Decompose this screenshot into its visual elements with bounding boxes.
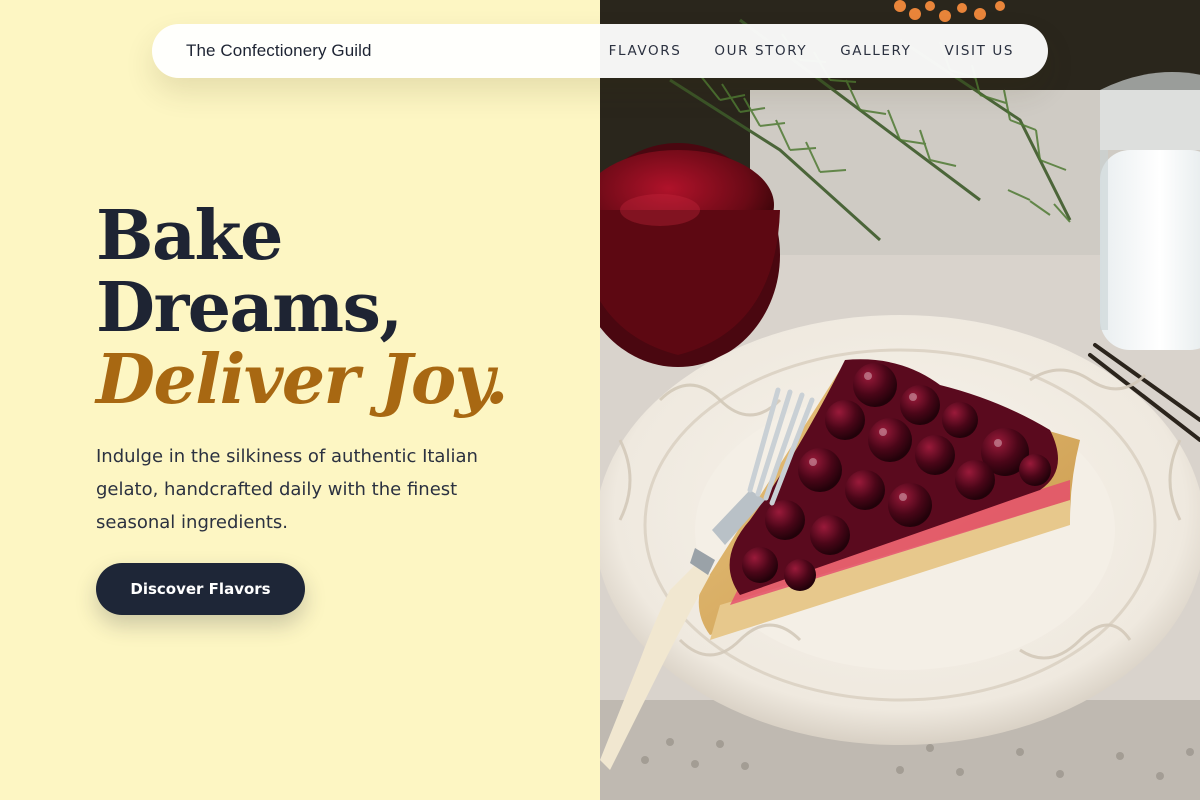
hero-content: Bake Dreams, Deliver Joy.	[96, 200, 576, 416]
nav-link-flavors[interactable]: FLAVORS	[609, 43, 682, 59]
cherry-tart-photo	[600, 0, 1200, 800]
discover-flavors-button[interactable]: Discover Flavors	[96, 563, 305, 615]
brand-logo-text[interactable]: The Confectionery Guild	[186, 41, 372, 61]
headline-line-2: Dreams,	[96, 268, 403, 348]
headline-accent: Deliver Joy.	[96, 340, 509, 420]
nav-link-gallery[interactable]: GALLERY	[840, 43, 911, 59]
headline-line-1: Bake	[96, 196, 283, 276]
nav-link-our-story[interactable]: OUR STORY	[714, 43, 807, 59]
nav-link-visit-us[interactable]: VISIT US	[944, 43, 1014, 59]
top-navbar: The Confectionery Guild FLAVORS OUR STOR…	[152, 24, 1048, 78]
hero-headline: Bake Dreams, Deliver Joy.	[96, 200, 576, 416]
hero-image	[600, 0, 1200, 800]
hero-subtitle: Indulge in the silkiness of authentic It…	[96, 446, 478, 533]
nav-links: FLAVORS OUR STORY GALLERY VISIT US	[609, 43, 1014, 59]
